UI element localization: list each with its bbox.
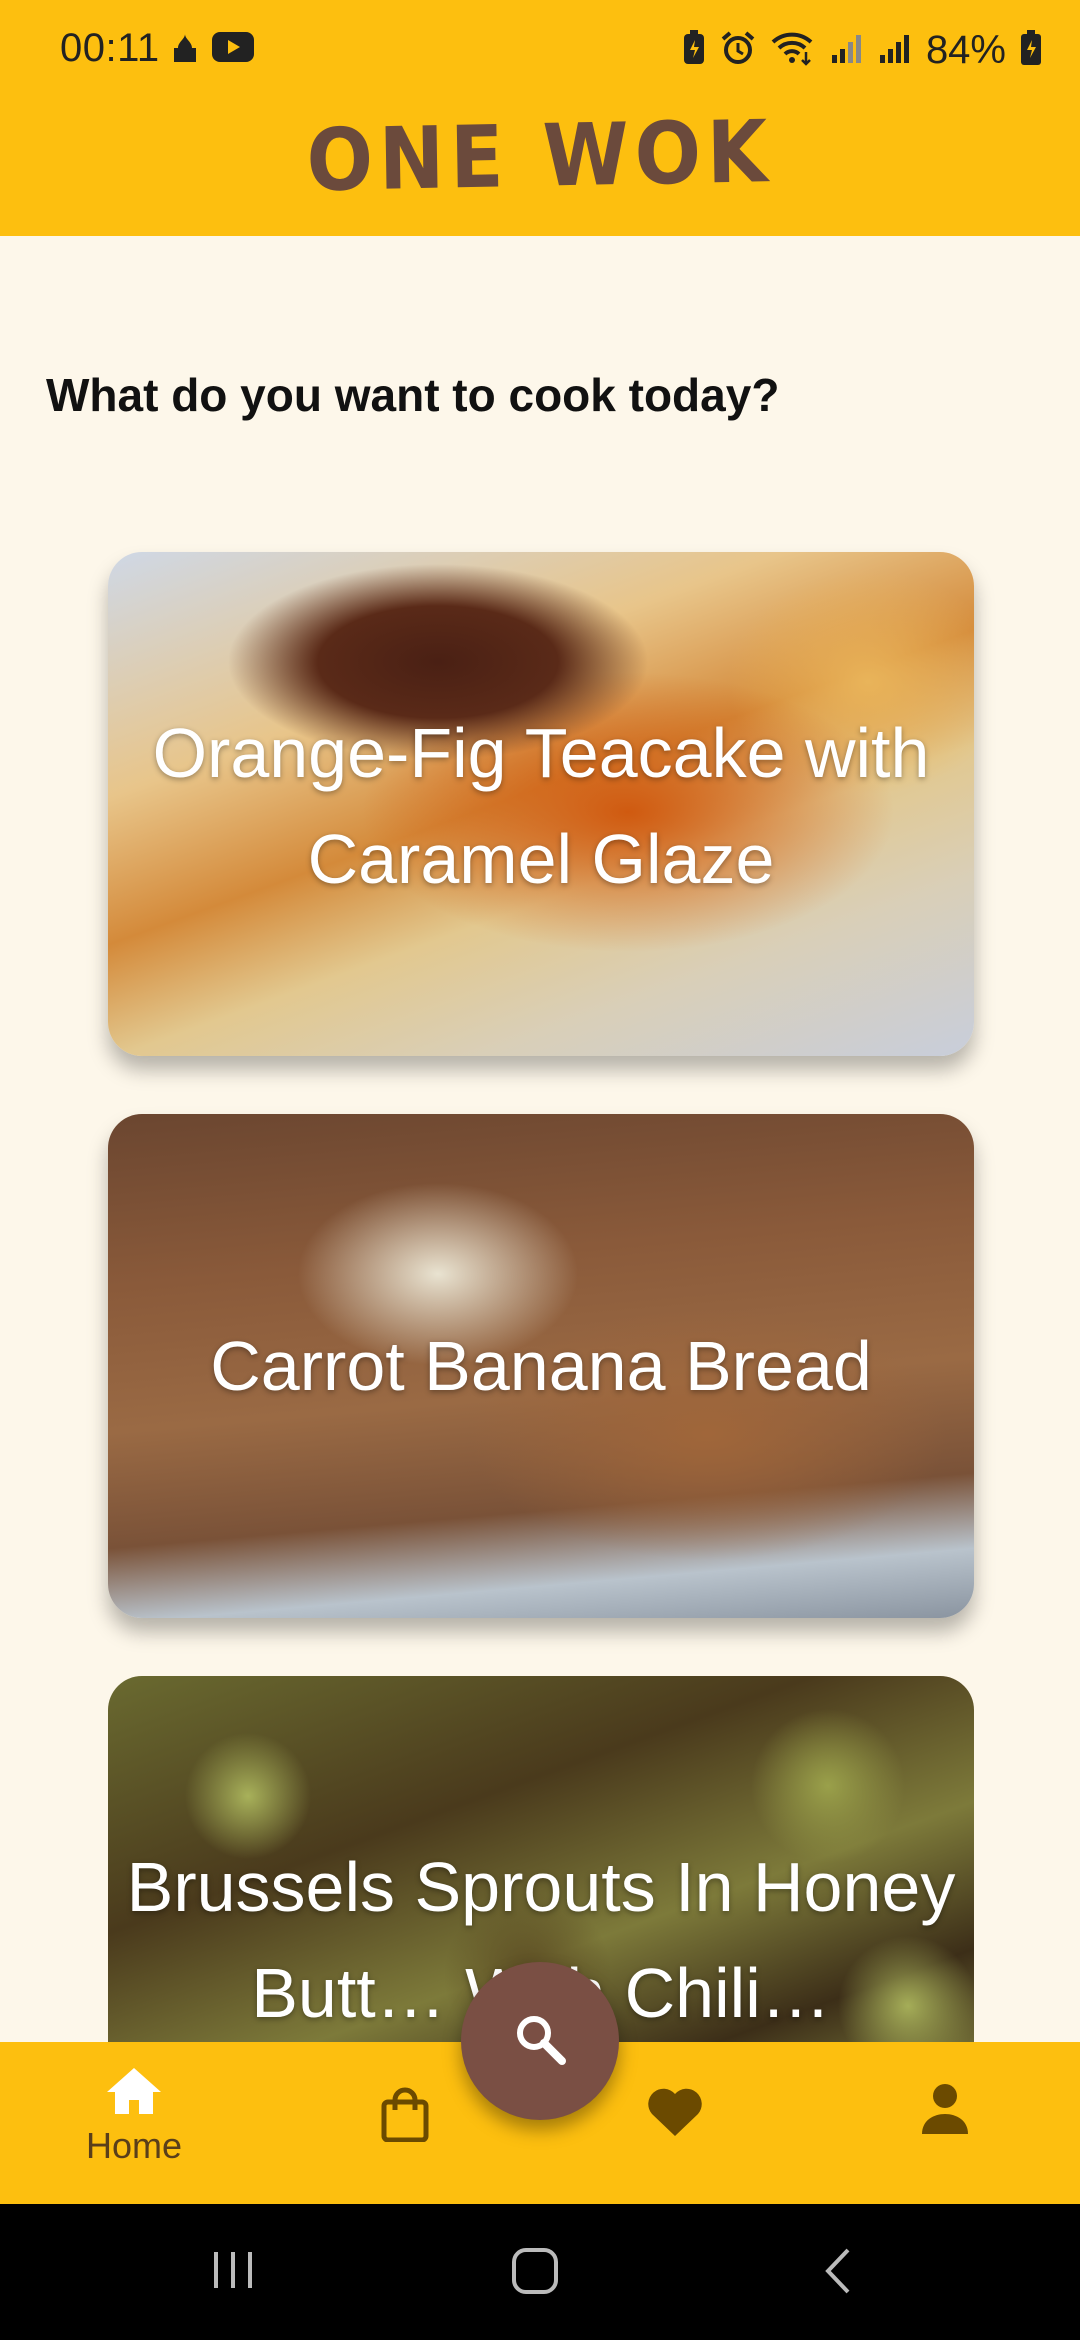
wifi-icon xyxy=(770,30,816,71)
back-button[interactable] xyxy=(818,2246,858,2301)
mosque-icon xyxy=(170,30,200,69)
search-icon xyxy=(512,2011,568,2072)
person-icon xyxy=(920,2082,970,2141)
battery-percent: 84% xyxy=(925,28,1006,72)
signal-icon xyxy=(878,31,912,70)
recipe-title: Carrot Banana Bread xyxy=(210,1327,872,1405)
battery-icon xyxy=(1020,30,1042,71)
heart-icon xyxy=(646,2086,704,2143)
search-button[interactable] xyxy=(461,1962,619,2120)
app-title: ONE WOK xyxy=(305,103,775,211)
page-prompt: What do you want to cook today? xyxy=(46,369,780,421)
alarm-icon xyxy=(720,30,756,71)
recipe-title: Orange-Fig Teacake with Caramel Glaze xyxy=(152,714,930,898)
nav-favorites[interactable] xyxy=(595,2086,755,2143)
youtube-icon xyxy=(212,32,254,67)
status-bar: 00:11 84% xyxy=(0,0,1080,100)
recipe-card[interactable]: Orange-Fig Teacake with Caramel Glaze xyxy=(108,552,974,1056)
nav-home[interactable]: Home xyxy=(54,2066,214,2167)
recipe-card[interactable]: Carrot Banana Bread xyxy=(108,1114,974,1618)
home-icon xyxy=(105,2066,163,2121)
system-nav-bar xyxy=(0,2204,1080,2340)
recent-apps-button[interactable] xyxy=(208,2246,258,2299)
signal-icon xyxy=(830,31,864,70)
top-bar: 00:11 84% ONE WOK xyxy=(0,0,1080,236)
shopping-bag-icon xyxy=(380,2086,430,2147)
nav-profile[interactable] xyxy=(865,2082,1025,2141)
nav-home-label: Home xyxy=(85,2125,183,2166)
status-time: 00:11 xyxy=(60,26,160,70)
screen: 00:11 84% ONE WOK What do you want to co… xyxy=(0,0,1080,2340)
home-nav-button[interactable] xyxy=(510,2246,560,2301)
battery-saver-icon xyxy=(682,30,706,71)
nav-shopping[interactable] xyxy=(325,2086,485,2147)
